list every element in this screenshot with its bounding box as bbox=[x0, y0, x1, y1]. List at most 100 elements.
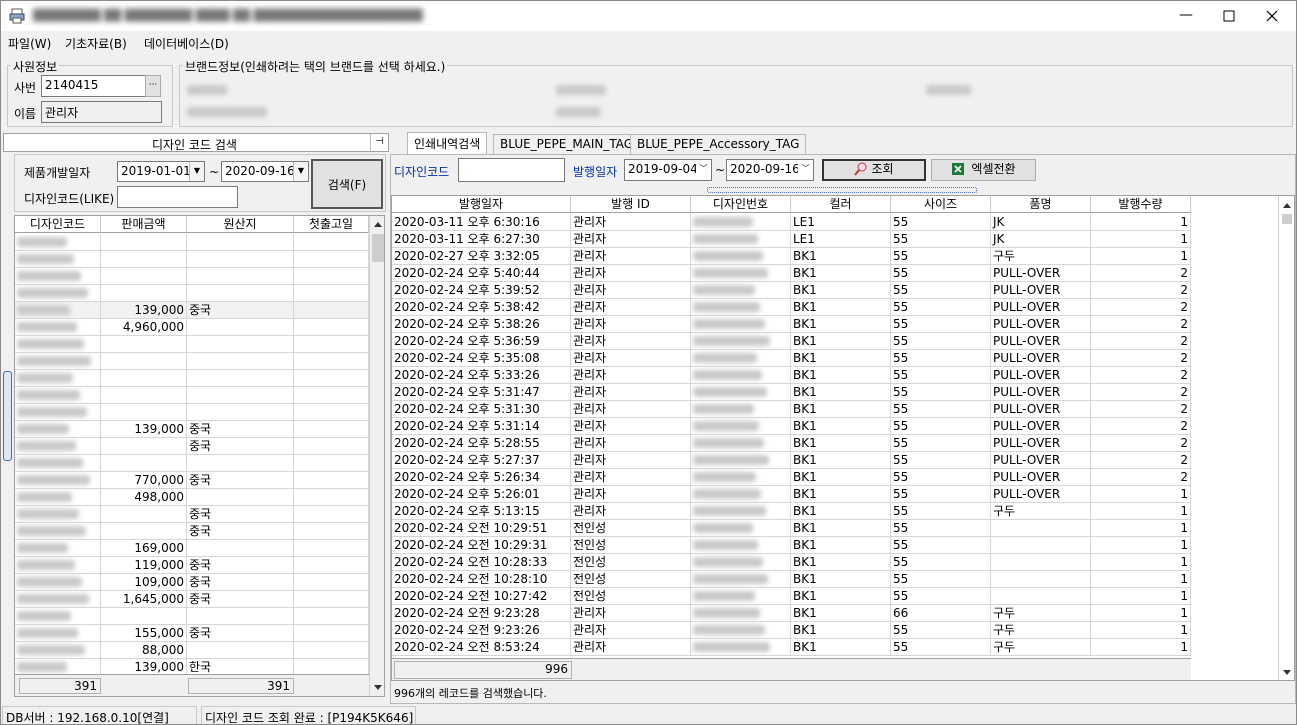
color-cell[interactable]: BK1 bbox=[791, 384, 891, 401]
color-cell[interactable]: BK1 bbox=[791, 588, 891, 605]
design-no-cell[interactable] bbox=[691, 469, 791, 486]
issue-date-to-picker[interactable]: 2020-09-16 ﹀ bbox=[726, 159, 814, 181]
item-name-cell[interactable]: JK bbox=[991, 231, 1091, 248]
col-header-price[interactable]: 판매금액 bbox=[101, 216, 187, 233]
item-name-cell[interactable]: PULL-OVER bbox=[991, 401, 1091, 418]
first-ship-cell[interactable] bbox=[294, 319, 369, 336]
design-code-cell[interactable] bbox=[15, 234, 101, 251]
first-ship-cell[interactable] bbox=[294, 370, 369, 387]
issuer-cell[interactable]: 전인성 bbox=[571, 588, 691, 605]
origin-cell[interactable] bbox=[187, 319, 294, 336]
first-ship-cell[interactable] bbox=[294, 268, 369, 285]
design-code-cell[interactable] bbox=[15, 523, 101, 540]
design-no-cell[interactable] bbox=[691, 537, 791, 554]
issuer-cell[interactable]: 관리자 bbox=[571, 248, 691, 265]
issuer-cell[interactable]: 전인성 bbox=[571, 520, 691, 537]
color-cell[interactable]: BK1 bbox=[791, 469, 891, 486]
issue-date-cell[interactable]: 2020-02-24 오후 5:31:30 bbox=[392, 401, 571, 418]
issuer-cell[interactable]: 관리자 bbox=[571, 214, 691, 231]
design-no-cell[interactable] bbox=[691, 639, 791, 656]
design-code-cell[interactable] bbox=[15, 455, 101, 472]
origin-cell[interactable] bbox=[187, 234, 294, 251]
design-no-cell[interactable] bbox=[691, 588, 791, 605]
color-cell[interactable]: BK1 bbox=[791, 520, 891, 537]
left-grid-scrollbar[interactable] bbox=[369, 216, 384, 696]
origin-cell[interactable] bbox=[187, 353, 294, 370]
issue-date-cell[interactable]: 2020-02-24 오후 5:27:37 bbox=[392, 452, 571, 469]
design-no-cell[interactable] bbox=[691, 401, 791, 418]
tab-main-tag[interactable]: BLUE_PEPE_MAIN_TAG bbox=[493, 134, 641, 154]
origin-cell[interactable] bbox=[187, 370, 294, 387]
col-header-item-name[interactable]: 품명 bbox=[991, 196, 1091, 213]
origin-cell[interactable]: 중국 bbox=[187, 472, 294, 489]
issuer-cell[interactable]: 관리자 bbox=[571, 367, 691, 384]
design-code-cell[interactable] bbox=[15, 353, 101, 370]
first-ship-cell[interactable] bbox=[294, 608, 369, 625]
issuer-cell[interactable]: 관리자 bbox=[571, 435, 691, 452]
origin-cell[interactable] bbox=[187, 387, 294, 404]
origin-cell[interactable]: 중국 bbox=[187, 523, 294, 540]
price-cell[interactable] bbox=[101, 285, 187, 302]
color-cell[interactable]: BK1 bbox=[791, 435, 891, 452]
issue-qty-cell[interactable]: 1 bbox=[1091, 248, 1191, 265]
color-cell[interactable]: LE1 bbox=[791, 231, 891, 248]
first-ship-cell[interactable] bbox=[294, 523, 369, 540]
col-header-design-code[interactable]: 디자인코드 bbox=[15, 216, 101, 233]
first-ship-cell[interactable] bbox=[294, 642, 369, 659]
design-code-cell[interactable] bbox=[15, 574, 101, 591]
item-name-cell[interactable]: PULL-OVER bbox=[991, 333, 1091, 350]
menu-file[interactable]: 파일(W) bbox=[8, 35, 51, 52]
price-cell[interactable] bbox=[101, 353, 187, 370]
price-cell[interactable]: 498,000 bbox=[101, 489, 187, 506]
color-cell[interactable]: BK1 bbox=[791, 503, 891, 520]
first-ship-cell[interactable] bbox=[294, 234, 369, 251]
design-code-cell[interactable] bbox=[15, 404, 101, 421]
size-cell[interactable]: 55 bbox=[891, 554, 991, 571]
design-no-cell[interactable] bbox=[691, 622, 791, 639]
design-code-cell[interactable] bbox=[15, 472, 101, 489]
item-name-cell[interactable] bbox=[991, 520, 1091, 537]
price-cell[interactable]: 119,000 bbox=[101, 557, 187, 574]
issue-date-cell[interactable]: 2020-02-24 오후 5:38:42 bbox=[392, 299, 571, 316]
price-cell[interactable]: 109,000 bbox=[101, 574, 187, 591]
first-ship-cell[interactable] bbox=[294, 387, 369, 404]
origin-cell[interactable] bbox=[187, 642, 294, 659]
first-ship-cell[interactable] bbox=[294, 540, 369, 557]
item-name-cell[interactable] bbox=[991, 554, 1091, 571]
design-no-cell[interactable] bbox=[691, 265, 791, 282]
issue-qty-cell[interactable]: 2 bbox=[1091, 316, 1191, 333]
origin-cell[interactable] bbox=[187, 404, 294, 421]
origin-cell[interactable]: 중국 bbox=[187, 302, 294, 319]
issue-qty-cell[interactable]: 2 bbox=[1091, 367, 1191, 384]
first-ship-cell[interactable] bbox=[294, 438, 369, 455]
color-cell[interactable]: BK1 bbox=[791, 452, 891, 469]
item-name-cell[interactable]: PULL-OVER bbox=[991, 452, 1091, 469]
color-cell[interactable]: BK1 bbox=[791, 299, 891, 316]
issuer-cell[interactable]: 관리자 bbox=[571, 265, 691, 282]
issue-qty-cell[interactable]: 2 bbox=[1091, 435, 1191, 452]
issue-date-cell[interactable]: 2020-02-24 오후 5:26:34 bbox=[392, 469, 571, 486]
issue-qty-cell[interactable]: 2 bbox=[1091, 469, 1191, 486]
first-ship-cell[interactable] bbox=[294, 302, 369, 319]
item-name-cell[interactable]: 구두 bbox=[991, 605, 1091, 622]
first-ship-cell[interactable] bbox=[294, 421, 369, 438]
design-no-cell[interactable] bbox=[691, 350, 791, 367]
design-no-cell[interactable] bbox=[691, 503, 791, 520]
issue-date-cell[interactable]: 2020-03-11 오후 6:27:30 bbox=[392, 231, 571, 248]
col-header-origin[interactable]: 원산지 bbox=[187, 216, 294, 233]
item-name-cell[interactable]: PULL-OVER bbox=[991, 384, 1091, 401]
issue-qty-cell[interactable]: 1 bbox=[1091, 622, 1191, 639]
origin-cell[interactable] bbox=[187, 608, 294, 625]
first-ship-cell[interactable] bbox=[294, 251, 369, 268]
size-cell[interactable]: 66 bbox=[891, 605, 991, 622]
design-no-cell[interactable] bbox=[691, 571, 791, 588]
brand-option[interactable] bbox=[556, 85, 606, 95]
color-cell[interactable]: BK1 bbox=[791, 554, 891, 571]
issuer-cell[interactable]: 관리자 bbox=[571, 452, 691, 469]
size-cell[interactable]: 55 bbox=[891, 486, 991, 503]
origin-cell[interactable]: 중국 bbox=[187, 438, 294, 455]
size-cell[interactable]: 55 bbox=[891, 622, 991, 639]
color-cell[interactable]: BK1 bbox=[791, 367, 891, 384]
col-header-design-no[interactable]: 디자인번호 bbox=[691, 196, 791, 213]
issue-qty-cell[interactable]: 1 bbox=[1091, 554, 1191, 571]
